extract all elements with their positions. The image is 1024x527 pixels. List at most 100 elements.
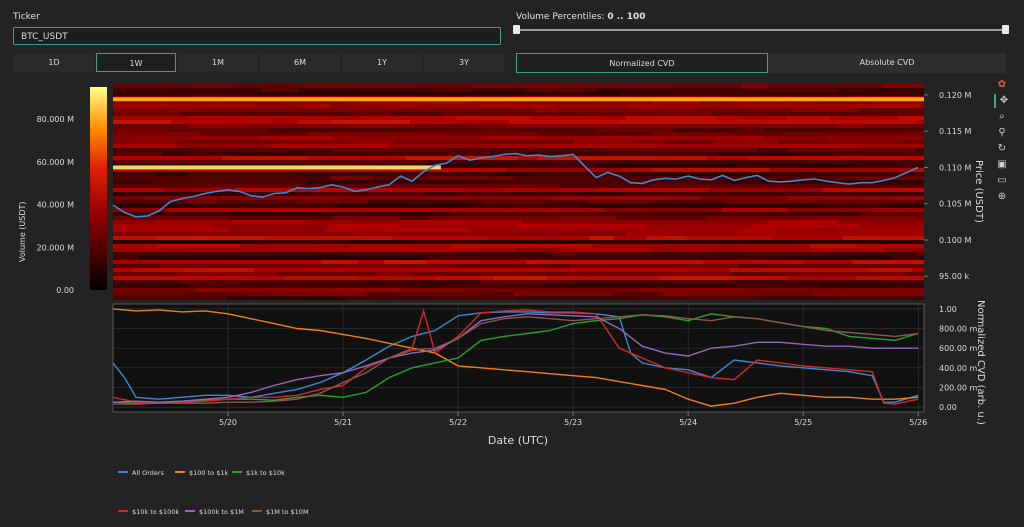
range-button-1w[interactable]: 1W — [96, 53, 176, 72]
range-button-1y[interactable]: 1Y — [342, 53, 422, 72]
hover-icon[interactable]: ▭ — [994, 174, 1010, 188]
heat-cell — [494, 276, 547, 280]
heat-cell — [397, 232, 514, 236]
plotly-logo-icon[interactable]: ✿ — [994, 78, 1010, 92]
heat-cell — [766, 144, 824, 148]
heat-cell — [133, 268, 184, 272]
heat-cell — [372, 220, 400, 224]
heat-cell — [804, 152, 836, 156]
heat-cell — [367, 100, 470, 104]
heat-cell — [414, 272, 483, 276]
heat-cell — [162, 176, 193, 180]
heat-cell — [567, 272, 602, 276]
heat-cell — [541, 256, 659, 260]
range-button-6m[interactable]: 6M — [260, 53, 340, 72]
heat-cell — [188, 196, 304, 200]
heat-cell — [768, 244, 810, 248]
heat-cell — [500, 144, 550, 148]
heat-cell — [168, 168, 245, 172]
heat-cell — [410, 84, 471, 88]
heat-cell — [321, 260, 358, 264]
heat-cell — [726, 200, 810, 204]
heat-cell — [732, 272, 765, 276]
heat-cell — [225, 116, 270, 120]
heat-cell — [717, 92, 833, 96]
slider-max-handle[interactable] — [1002, 25, 1009, 34]
zoom-icon[interactable]: ⌕ — [994, 110, 1010, 124]
price-tick-label: 0.115 M — [939, 127, 971, 136]
range-button-3y[interactable]: 3Y — [424, 53, 504, 72]
heat-cell — [623, 168, 652, 172]
heat-cell — [244, 192, 311, 196]
heat-cell — [660, 144, 766, 148]
normalized-cvd-button[interactable]: Normalized CVD — [516, 53, 768, 73]
heat-cell — [260, 136, 332, 140]
heat-cell — [764, 240, 861, 244]
heat-cell — [189, 124, 248, 128]
heat-cell — [730, 268, 798, 272]
range-button-1d[interactable]: 1D — [14, 53, 94, 72]
heat-cell — [431, 228, 470, 232]
heat-cell — [463, 184, 560, 188]
heat-cell — [331, 176, 373, 180]
heat-cell — [833, 92, 924, 96]
heat-cell — [464, 172, 493, 176]
heat-cell — [189, 116, 225, 120]
heat-cell — [664, 232, 736, 236]
heat-cell — [545, 92, 588, 96]
heat-cell — [418, 104, 481, 108]
heat-cell — [738, 264, 766, 268]
heat-cell — [853, 184, 924, 188]
heat-cell — [663, 88, 743, 92]
heat-cell — [561, 108, 636, 112]
reset-icon[interactable]: ↻ — [994, 142, 1010, 156]
heat-cell — [308, 156, 362, 160]
heat-cell — [392, 236, 488, 240]
heat-cell — [785, 132, 899, 136]
heat-cell — [782, 100, 812, 104]
heat-cell — [285, 296, 346, 300]
heat-cell — [800, 120, 916, 124]
range-button-1m[interactable]: 1M — [178, 53, 258, 72]
heat-cell — [515, 224, 536, 228]
slider-min-handle[interactable] — [513, 25, 520, 34]
cvd-series--100-to-1k — [112, 308, 919, 407]
heat-cell — [358, 104, 396, 108]
heat-cell — [873, 100, 924, 104]
heat-cell — [596, 84, 639, 88]
heat-cell — [553, 88, 596, 92]
heat-cell — [193, 176, 252, 180]
ticker-input[interactable]: BTC_USDT — [13, 27, 501, 45]
heat-cell — [843, 288, 924, 292]
heat-cell — [699, 148, 758, 152]
pan-icon[interactable]: ✥ — [994, 94, 1012, 108]
heat-cell — [257, 104, 303, 108]
crosshair-icon[interactable]: ⊕ — [994, 190, 1010, 204]
heat-cell — [538, 156, 589, 160]
heat-cell — [113, 268, 133, 272]
heat-cell — [199, 228, 229, 232]
camera-icon[interactable]: ▣ — [994, 158, 1010, 172]
x-tick-label: 5/22 — [449, 418, 467, 427]
heat-cell — [183, 292, 250, 296]
heat-cell — [734, 100, 754, 104]
heat-cell — [872, 220, 912, 224]
heat-cell — [212, 180, 308, 184]
absolute-cvd-button[interactable]: Absolute CVD — [768, 53, 1006, 73]
heat-cell — [285, 276, 357, 280]
heat-cell — [738, 164, 770, 168]
heat-cell — [113, 168, 168, 172]
heat-cell — [390, 276, 435, 280]
heat-cell — [392, 188, 454, 192]
heat-cell — [534, 108, 561, 112]
heat-cell — [547, 160, 613, 164]
heat-cell — [710, 188, 823, 192]
zoom-in-icon[interactable]: ⚲ — [994, 126, 1010, 140]
heat-cell — [769, 168, 815, 172]
volume-percentiles-slider[interactable] — [516, 29, 1006, 31]
heat-cell — [740, 116, 787, 120]
heat-cell — [145, 192, 244, 196]
heat-cell — [268, 128, 342, 132]
heat-cell — [626, 116, 718, 120]
heat-cell — [836, 152, 906, 156]
